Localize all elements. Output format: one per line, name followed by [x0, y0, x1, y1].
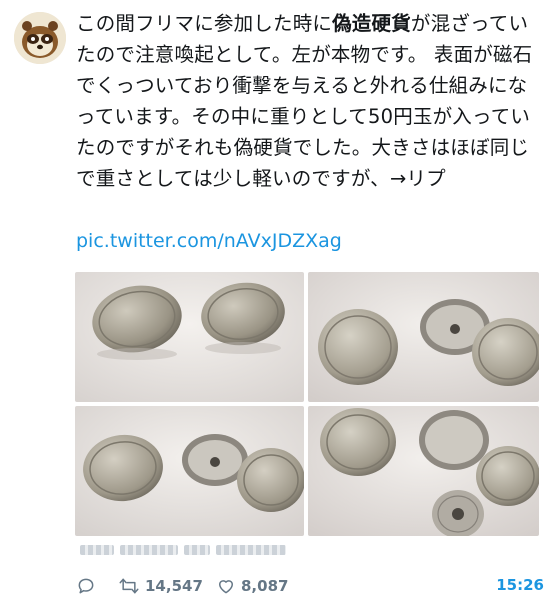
tweet-text-part: が混ざっていたので注意喚起として。左が本物です。 表面が磁石でくっついており衝撃…	[76, 12, 533, 190]
tweet-text-bold: 偽造硬貨	[332, 12, 411, 35]
disassembled-coin-with-50yen-photo[interactable]	[308, 406, 539, 536]
blurred-text	[80, 545, 114, 555]
tweet-text-part: この間フリマに参加した時に	[76, 12, 333, 35]
retweet-count: 14,547	[145, 577, 203, 595]
like-button[interactable]: 8,087	[216, 576, 288, 596]
disassembled-coin-photo-2[interactable]	[75, 406, 304, 536]
disassembled-coin-photo-1[interactable]	[308, 272, 539, 402]
blurred-attribution	[80, 541, 310, 559]
avatar[interactable]	[14, 12, 66, 64]
like-count: 8,087	[241, 577, 289, 595]
reply-icon	[78, 578, 94, 594]
blurred-text	[216, 545, 286, 555]
blurred-text	[120, 545, 178, 555]
two-coins-photo[interactable]	[75, 272, 304, 402]
media-link[interactable]: pic.twitter.com/nAVxJDZXag	[76, 226, 342, 257]
retweet-button[interactable]: 14,547	[118, 576, 203, 596]
retweet-icon	[119, 578, 139, 594]
photo-grid	[75, 272, 539, 536]
action-bar: 14,547 8,087 15:26	[76, 574, 544, 600]
heart-icon	[219, 580, 233, 594]
blurred-text	[184, 545, 210, 555]
reply-button[interactable]	[76, 576, 96, 596]
tweet-timestamp[interactable]: 15:26	[496, 576, 544, 594]
tweet-text: この間フリマに参加した時に偽造硬貨が混ざっていたので注意喚起として。左が本物です…	[76, 8, 544, 194]
tanuki-avatar-icon	[14, 12, 66, 64]
